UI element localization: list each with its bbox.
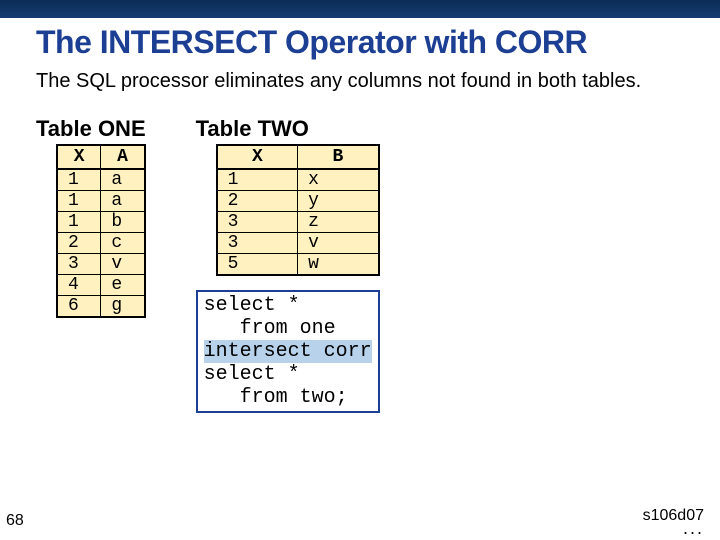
code-line-highlight: intersect corr xyxy=(204,340,372,363)
table-two: X B 1x 2y 3z 3v 5w xyxy=(216,144,380,276)
table-row: 2y xyxy=(217,191,379,212)
slide-title: The INTERSECT Operator with CORR xyxy=(36,24,684,61)
code-line: select * xyxy=(204,294,300,317)
code-line: from two; xyxy=(204,386,348,409)
code-line: from one xyxy=(204,317,336,340)
table-row: 2c xyxy=(57,233,145,254)
footer-ref: s106d07 ... xyxy=(643,507,704,532)
header-bar xyxy=(0,0,720,18)
table-one-caption: Table ONE xyxy=(36,116,146,142)
table-row: 3z xyxy=(217,212,379,233)
code-line: select * xyxy=(204,363,300,386)
slide-subtitle: The SQL processor eliminates any columns… xyxy=(36,69,684,94)
table-row: 3v xyxy=(217,233,379,254)
table-row: 1x xyxy=(217,169,379,191)
table-row: X B xyxy=(217,145,379,169)
table-row: 1a xyxy=(57,191,145,212)
table-two-header-x: X xyxy=(217,145,298,169)
slide-content: The INTERSECT Operator with CORR The SQL… xyxy=(0,24,720,413)
footer-dots: ... xyxy=(643,525,704,532)
tables-row: Table ONE X A 1a 1a 1b 2c 3v 4e 6g Table… xyxy=(36,116,684,413)
table-row: 6g xyxy=(57,296,145,318)
table-two-caption: Table TWO xyxy=(196,116,380,142)
table-row: 1b xyxy=(57,212,145,233)
table-one: X A 1a 1a 1b 2c 3v 4e 6g xyxy=(56,144,146,318)
table-row: X A xyxy=(57,145,145,169)
sql-code-box: select * from one intersect corr select … xyxy=(196,290,380,413)
right-column: Table TWO X B 1x 2y 3z 3v 5w select * fr… xyxy=(196,116,380,413)
table-one-header-x: X xyxy=(57,145,101,169)
table-two-block: Table TWO X B 1x 2y 3z 3v 5w xyxy=(196,116,380,276)
table-row: 1a xyxy=(57,169,145,191)
page-number: 68 xyxy=(6,512,24,530)
table-one-block: Table ONE X A 1a 1a 1b 2c 3v 4e 6g xyxy=(36,116,146,413)
table-one-header-a: A xyxy=(101,145,145,169)
table-row: 3v xyxy=(57,254,145,275)
table-row: 5w xyxy=(217,254,379,276)
table-two-header-b: B xyxy=(298,145,379,169)
table-row: 4e xyxy=(57,275,145,296)
